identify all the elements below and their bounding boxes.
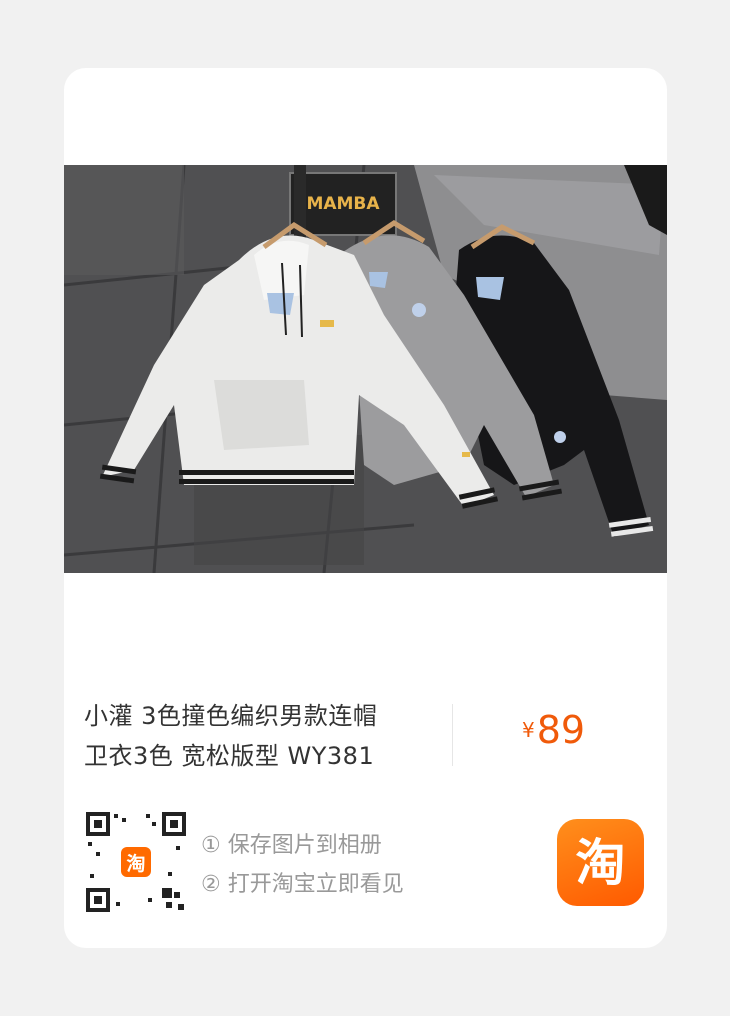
- product-image: MAMBA: [64, 165, 667, 573]
- product-price: ¥89: [522, 708, 585, 752]
- product-title-line-1: 小灌 3色撞色编织男款连帽: [84, 702, 378, 730]
- photo-sign-text: MAMBA: [306, 194, 380, 214]
- instruction-step-1: ① 保存图片到相册: [201, 833, 382, 858]
- product-title: 小灌 3色撞色编织男款连帽 卫衣3色 宽松版型 WY381: [84, 696, 434, 776]
- taobao-app-icon-label: 淘: [575, 833, 626, 892]
- qr-badge-text: 淘: [126, 852, 146, 875]
- share-poster-card: MAMBA 小灌 3色撞色编织男款连帽 卫衣3色 宽松版型 WY381 ¥89 …: [64, 68, 667, 948]
- taobao-qr-code: 淘: [86, 812, 186, 912]
- qr-taobao-badge: 淘: [121, 847, 151, 877]
- price-amount: 89: [536, 708, 586, 752]
- share-instructions: ① 保存图片到相册 ② 打开淘宝立即看见: [201, 826, 404, 904]
- title-price-divider: [452, 704, 453, 766]
- taobao-app-icon[interactable]: 淘: [557, 819, 644, 906]
- product-title-line-2: 卫衣3色 宽松版型 WY381: [84, 742, 375, 770]
- instruction-step-2: ② 打开淘宝立即看见: [201, 872, 404, 897]
- price-currency: ¥: [522, 718, 535, 742]
